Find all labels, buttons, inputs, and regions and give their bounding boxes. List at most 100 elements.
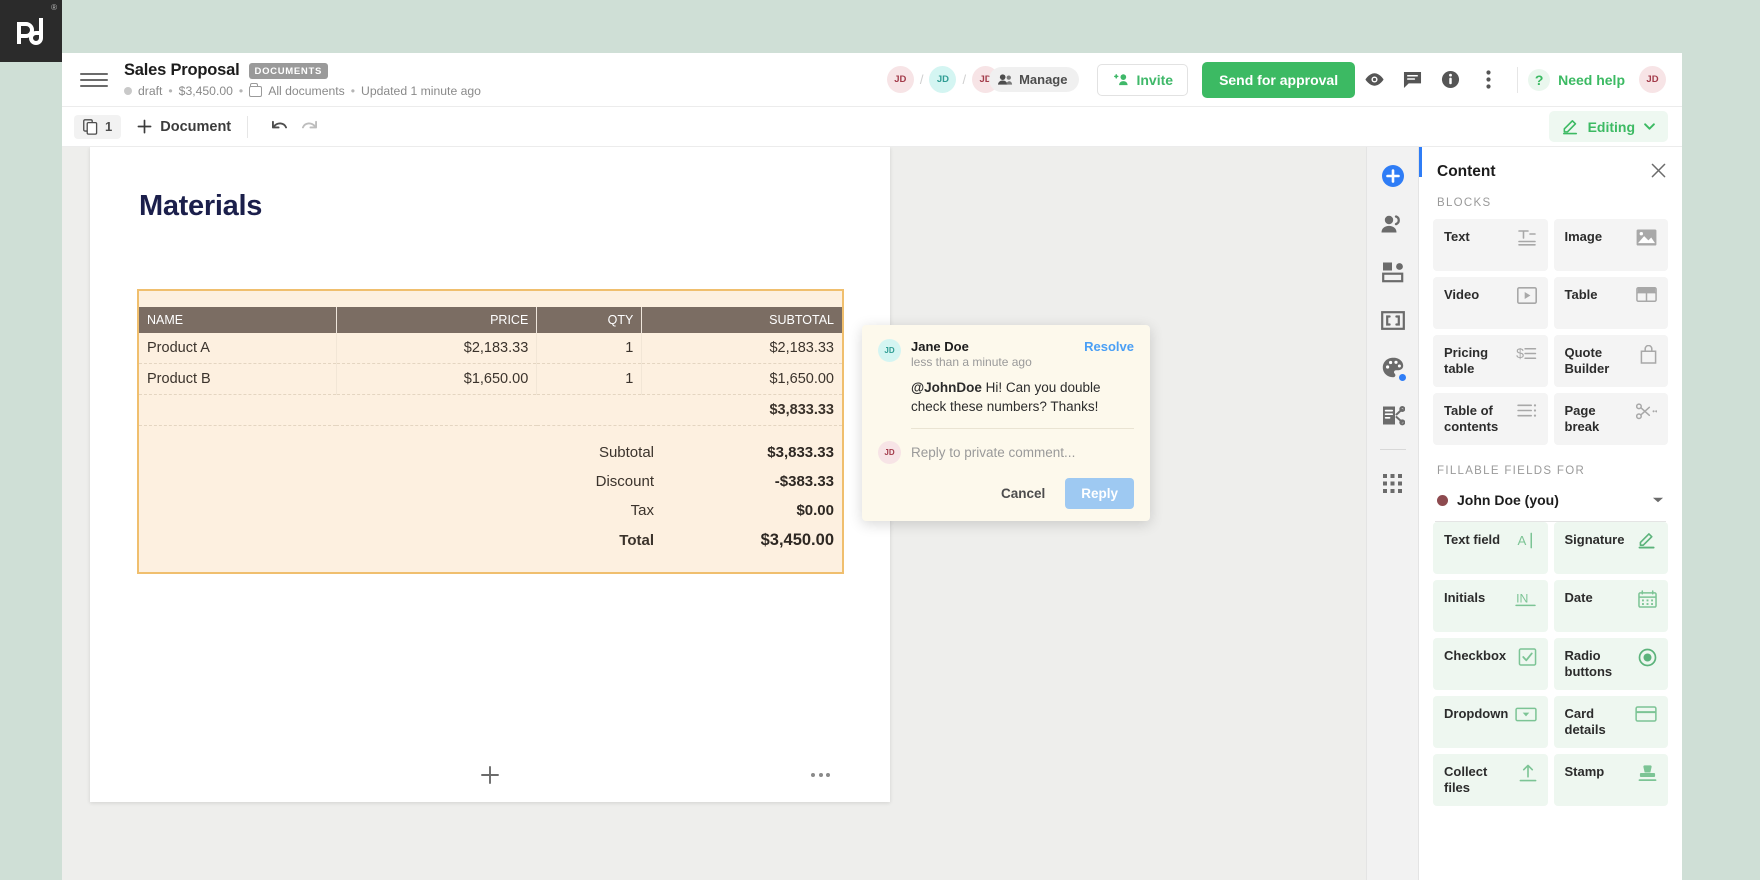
block-video[interactable]: Video bbox=[1433, 277, 1548, 329]
sidebar-item-add-content[interactable] bbox=[1376, 159, 1410, 193]
undo-icon[interactable] bbox=[264, 112, 294, 142]
add-document-button[interactable]: Document bbox=[137, 119, 231, 135]
field-stamp[interactable]: Stamp bbox=[1553, 754, 1668, 806]
field-initials[interactable]: Initials IN bbox=[1433, 580, 1548, 632]
status-badge: DOCUMENTS bbox=[248, 62, 329, 79]
apps-grid-icon bbox=[1383, 473, 1402, 493]
manage-button[interactable]: Manage bbox=[989, 67, 1080, 92]
total-value: $3,450.00 bbox=[760, 531, 834, 549]
content-panel: Content BLOCKS Text Image Video Table Pr… bbox=[1418, 147, 1682, 880]
block-image[interactable]: Image bbox=[1553, 219, 1668, 271]
add-document-label: Document bbox=[160, 118, 232, 135]
cell-qty[interactable]: 1 bbox=[536, 363, 643, 395]
dropdown-icon bbox=[1514, 706, 1537, 728]
toolbar-divider bbox=[247, 115, 249, 138]
block-pricing-table[interactable]: Pricing table $ bbox=[1433, 335, 1548, 387]
sidebar-item-layout[interactable] bbox=[1376, 255, 1410, 289]
cell-name[interactable]: Product B bbox=[139, 363, 337, 395]
svg-text:$: $ bbox=[1516, 346, 1524, 362]
field-card-details[interactable]: Card details bbox=[1553, 696, 1668, 748]
redo-icon[interactable] bbox=[294, 112, 324, 142]
close-icon[interactable] bbox=[1651, 163, 1666, 181]
add-block-icon[interactable] bbox=[479, 764, 501, 786]
fillable-fields-heading: FILLABLE FIELDS FOR bbox=[1437, 465, 1586, 477]
field-signature[interactable]: Signature bbox=[1553, 522, 1668, 574]
collaborator-avatars: JD / JD / JD bbox=[886, 66, 1000, 93]
field-text-field[interactable]: Text field A bbox=[1433, 522, 1548, 574]
cell-price[interactable]: $1,650.00 bbox=[336, 363, 538, 395]
block-quote-builder[interactable]: Quote Builder bbox=[1553, 335, 1668, 387]
cell-name[interactable]: Product A bbox=[139, 333, 337, 364]
resolve-button[interactable]: Resolve bbox=[1084, 339, 1134, 354]
table-top-pad bbox=[139, 291, 842, 307]
block-page-break[interactable]: Page break bbox=[1553, 393, 1668, 445]
field-date[interactable]: Date bbox=[1553, 580, 1668, 632]
reply-input[interactable]: Reply to private comment... bbox=[911, 445, 1075, 460]
field-checkbox[interactable]: Checkbox bbox=[1433, 638, 1548, 690]
comment-icon[interactable] bbox=[1393, 61, 1431, 99]
recipients-icon bbox=[1381, 215, 1400, 233]
doc-status: draft bbox=[138, 84, 163, 98]
folder-icon bbox=[249, 83, 263, 97]
cell-price[interactable]: $2,183.33 bbox=[336, 333, 538, 364]
avatar-sep: / bbox=[962, 72, 967, 87]
pandadoc-logo[interactable]: ® bbox=[0, 0, 62, 62]
editing-mode-button[interactable]: Editing bbox=[1548, 111, 1668, 142]
block-label: Table of contents bbox=[1444, 403, 1499, 435]
svg-text:IN: IN bbox=[1516, 591, 1528, 605]
more-vertical-icon[interactable] bbox=[1469, 61, 1507, 99]
theme-update-badge bbox=[1397, 373, 1407, 382]
need-help-button[interactable]: ? Need help bbox=[1528, 68, 1625, 91]
comment-reply-row[interactable]: JD Reply to private comment... bbox=[878, 441, 1134, 465]
field-dropdown[interactable]: Dropdown bbox=[1433, 696, 1548, 748]
radio-button-icon bbox=[1638, 648, 1657, 672]
cancel-button[interactable]: Cancel bbox=[991, 479, 1055, 508]
toc-list-icon bbox=[1516, 403, 1537, 423]
doc-folder[interactable]: All documents bbox=[268, 84, 345, 98]
field-collect-files[interactable]: Collect files bbox=[1433, 754, 1548, 806]
block-table[interactable]: Table bbox=[1553, 277, 1668, 329]
assignee-select[interactable]: John Doe (you) bbox=[1435, 487, 1666, 522]
send-for-approval-button[interactable]: Send for approval bbox=[1202, 61, 1356, 98]
hamburger-menu-icon[interactable] bbox=[80, 66, 108, 94]
pages-button[interactable]: 1 bbox=[74, 114, 122, 139]
totals-row-discount: Discount -$383.33 bbox=[139, 467, 834, 496]
block-table-of-contents[interactable]: Table of contents bbox=[1433, 393, 1548, 445]
sidebar-item-recipients[interactable] bbox=[1376, 207, 1410, 241]
calendar-icon bbox=[1638, 590, 1657, 613]
eye-icon[interactable] bbox=[1355, 61, 1393, 99]
block-label: Video bbox=[1444, 287, 1480, 302]
avatar[interactable]: JD bbox=[886, 66, 914, 93]
header-actions: JD / JD / JD Manage Invite Send for appr… bbox=[886, 61, 1666, 99]
invite-label: Invite bbox=[1136, 71, 1174, 88]
panel-header: Content bbox=[1419, 147, 1682, 193]
pricing-table[interactable]: NAME PRICE QTY SUBTOTAL Product A $2,183… bbox=[137, 289, 844, 574]
profile-avatar[interactable]: JD bbox=[1639, 66, 1666, 93]
tax-label: Tax bbox=[630, 502, 654, 519]
reply-button[interactable]: Reply bbox=[1065, 478, 1134, 510]
sidebar-item-theme[interactable] bbox=[1376, 351, 1410, 385]
document-submeta: draft • $3,450.00 • All documents • Upda… bbox=[124, 83, 481, 98]
chevron-down-icon bbox=[1644, 123, 1655, 130]
meta-sep-3: • bbox=[350, 84, 356, 98]
more-horizontal-icon[interactable] bbox=[811, 772, 830, 777]
people-icon bbox=[998, 74, 1013, 85]
manage-label: Manage bbox=[1019, 72, 1068, 87]
sum-blank-1 bbox=[139, 394, 337, 426]
block-text[interactable]: Text bbox=[1433, 219, 1548, 271]
pricing-table-grid: NAME PRICE QTY SUBTOTAL Product A $2,183… bbox=[139, 307, 842, 426]
pencil-icon bbox=[1562, 120, 1577, 135]
sidebar-item-settings[interactable] bbox=[1376, 399, 1410, 433]
avatar[interactable]: JD bbox=[929, 66, 957, 93]
comment-divider bbox=[911, 428, 1134, 430]
sidebar-item-apps[interactable] bbox=[1376, 466, 1410, 500]
field-label: Date bbox=[1564, 590, 1593, 605]
cell-qty[interactable]: 1 bbox=[536, 333, 643, 364]
invite-button[interactable]: Invite bbox=[1097, 63, 1189, 96]
field-radio-buttons[interactable]: Radio buttons bbox=[1553, 638, 1668, 690]
sidebar-item-variables[interactable] bbox=[1376, 303, 1410, 337]
comment-actions: Cancel Reply bbox=[878, 478, 1134, 510]
comment-mention[interactable]: @JohnDoe bbox=[911, 380, 982, 395]
info-icon[interactable] bbox=[1431, 61, 1469, 99]
meta-sep-1: • bbox=[168, 84, 173, 98]
